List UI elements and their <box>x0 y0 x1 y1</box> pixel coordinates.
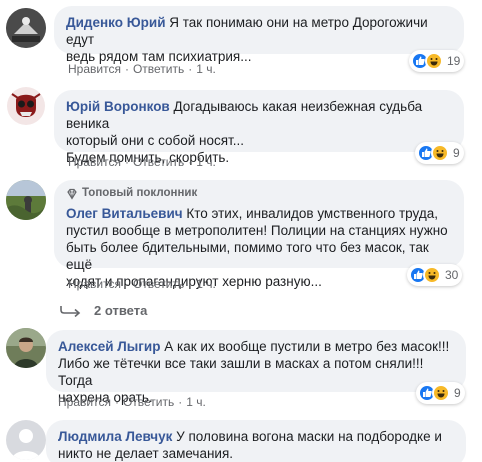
comment-text-line: который они с собой носят... <box>66 133 244 148</box>
comment-text-line: А как их вообще пустили в метро без масо… <box>164 339 450 354</box>
haha-icon <box>431 144 449 162</box>
comment-actions: Нравится · Ответить · 1 ч. <box>68 62 216 76</box>
comment-actions: Нравится · Ответить · 1 ч. <box>68 155 216 169</box>
comment-author[interactable]: Олег Витальевич <box>66 206 183 221</box>
reaction-summary[interactable]: 19 <box>409 50 465 72</box>
reaction-summary[interactable]: 9 <box>415 142 464 164</box>
comment-bubble: Алексей Лыгир А как их вообще пустили в … <box>46 330 466 405</box>
reaction-summary[interactable]: 30 <box>407 264 463 286</box>
comment-text-line: пустил вообще в метрополитен! Полиции на… <box>66 223 448 238</box>
haha-icon <box>432 384 450 402</box>
comment-text-line: Либо же тётечки все таки зашли в масках … <box>58 356 424 388</box>
separator: · <box>124 155 129 169</box>
reaction-count: 9 <box>454 386 461 400</box>
like-button[interactable]: Нравится <box>58 395 111 409</box>
view-replies-link[interactable]: 2 ответа <box>60 303 147 318</box>
haha-icon <box>425 52 443 70</box>
separator: · <box>124 62 129 76</box>
reply-button[interactable]: Ответить <box>123 395 174 409</box>
avatar[interactable] <box>6 180 46 220</box>
reply-arrow-icon <box>60 305 81 317</box>
comment-text-line: Кто этих, инвалидов умственного труда, <box>186 206 438 221</box>
reaction-summary[interactable]: 9 <box>416 382 465 404</box>
comment-author[interactable]: Юрій Воронков <box>66 99 170 114</box>
diamond-badge-icon <box>67 188 77 200</box>
comment-bubble: Людмила Левчук У половина вогона маски н… <box>46 420 466 462</box>
reply-button[interactable]: Ответить <box>133 277 184 291</box>
timestamp[interactable]: 1 ч. <box>196 62 216 76</box>
avatar[interactable] <box>6 8 46 48</box>
reply-button[interactable]: Ответить <box>133 155 184 169</box>
separator: · <box>124 277 129 291</box>
separator: · <box>178 395 183 409</box>
badge: Топовый поклонник <box>66 185 452 202</box>
reaction-count: 30 <box>445 268 459 282</box>
timestamp[interactable]: 1 ч. <box>196 277 216 291</box>
reaction-count: 9 <box>453 146 460 160</box>
comment-author[interactable]: Алексей Лыгир <box>58 339 160 354</box>
comment-text-line: быть более бдительными, помимо того что … <box>66 240 429 272</box>
avatar[interactable] <box>6 328 46 368</box>
comment-bubble: Топовый поклонник Олег Витальевич Кто эт… <box>54 180 464 289</box>
avatar[interactable] <box>6 86 46 126</box>
comment-bubble: Юрій Воронков Догадываюсь какая неизбежн… <box>54 90 464 165</box>
reply-button[interactable]: Ответить <box>133 62 184 76</box>
comment-author[interactable]: Людмила Левчук <box>58 429 172 444</box>
timestamp[interactable]: 1 ч. <box>186 395 206 409</box>
haha-icon <box>423 266 441 284</box>
like-button[interactable]: Нравится <box>68 62 121 76</box>
replies-count: 2 ответа <box>94 303 148 318</box>
reaction-count: 19 <box>447 54 461 68</box>
like-button[interactable]: Нравится <box>68 155 121 169</box>
comment-bubble: Диденко Юрий Я так понимаю они на метро … <box>54 6 464 64</box>
badge-label: Топовый поклонник <box>82 187 198 199</box>
comment-actions: Нравится · Ответить · 1 ч. <box>68 277 216 291</box>
comment-text-line: никто не делает замечания. <box>58 446 234 461</box>
separator: · <box>188 277 193 291</box>
like-button[interactable]: Нравится <box>68 277 121 291</box>
timestamp[interactable]: 1 ч. <box>196 155 216 169</box>
separator: · <box>188 62 193 76</box>
separator: · <box>114 395 119 409</box>
comment-text-line: У половина вогона маски на подбородке и <box>176 429 442 444</box>
avatar[interactable] <box>6 420 46 460</box>
comment-actions: Нравится · Ответить · 1 ч. <box>58 395 206 409</box>
separator: · <box>188 155 193 169</box>
comment-author[interactable]: Диденко Юрий <box>66 15 166 30</box>
